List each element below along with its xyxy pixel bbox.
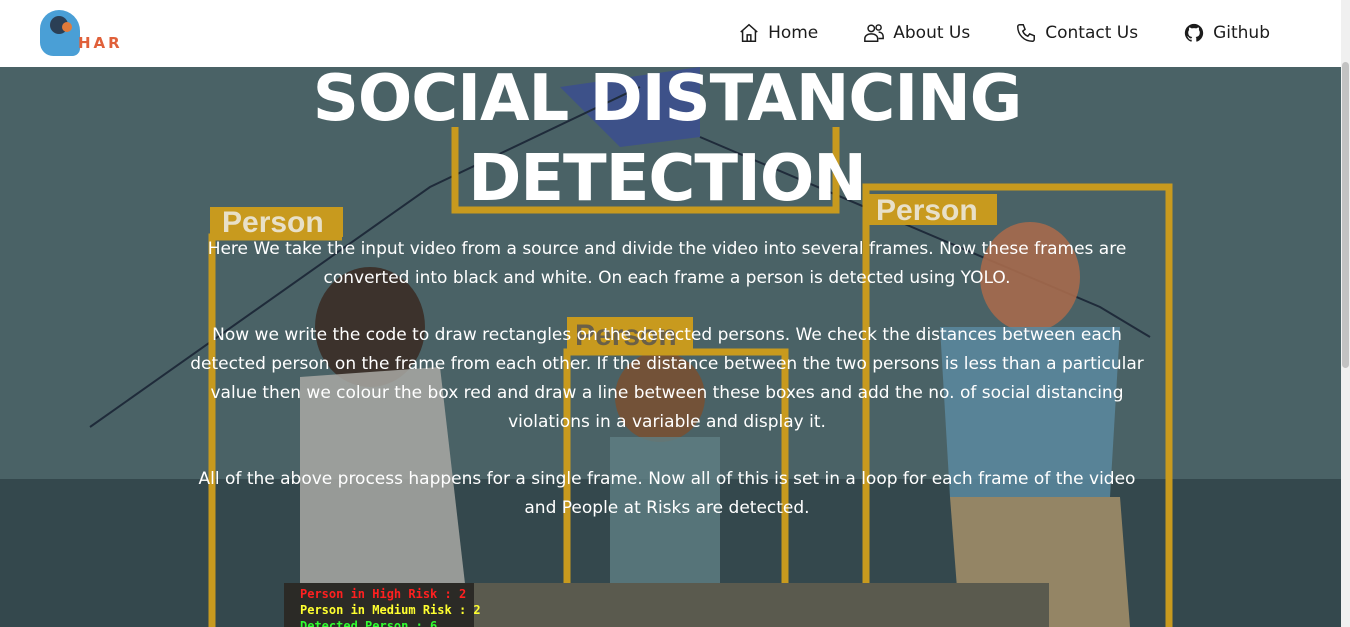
nav-home-label: Home [768, 23, 819, 43]
nav-contact-label: Contact Us [1045, 23, 1139, 43]
nav-github[interactable]: Github [1183, 22, 1270, 44]
high-risk-count: Person in High Risk : 2 [300, 587, 467, 601]
scrollbar-thumb[interactable] [1342, 62, 1349, 368]
logo-text: HAR [78, 34, 123, 52]
description-paragraph: Now we write the code to draw rectangles… [190, 325, 1144, 432]
phone-icon [1017, 24, 1036, 42]
description-paragraph: Here We take the input video from a sour… [207, 239, 1127, 288]
nav-github-label: Github [1213, 23, 1270, 43]
page-title-line1: SOCIAL DISTANCING [312, 67, 1023, 136]
detected-count: Detected Person : 6 [300, 619, 438, 627]
page-title-line2: DETECTION [468, 142, 867, 216]
medium-risk-count: Person in Medium Risk : 2 [300, 603, 481, 617]
demo-video-preview[interactable]: Person in High Risk : 2 Person in Medium… [284, 583, 1049, 627]
page-scrollbar[interactable] [1341, 0, 1350, 627]
description-paragraph: All of the above process happens for a s… [198, 469, 1136, 518]
nav-about-us[interactable]: About Us [863, 22, 970, 44]
users-icon [864, 24, 885, 42]
har-logo[interactable]: HAR [40, 10, 130, 58]
home-icon [740, 23, 758, 42]
github-icon [1184, 23, 1204, 42]
main-nav: Home About Us Contact Us Github [693, 18, 1270, 48]
hero-section: Person Person Person SOCIAL DISTANCING D… [0, 67, 1341, 627]
page-title: SOCIAL DISTANCING DETECTION [200, 67, 1134, 219]
nav-about-label: About Us [893, 23, 971, 43]
site-header: HAR Home About Us Contact Us Github [0, 0, 1341, 67]
nav-contact-us[interactable]: Contact Us [1015, 22, 1138, 44]
nav-home[interactable]: Home [738, 22, 818, 44]
description: Here We take the input video from a sour… [190, 235, 1144, 551]
